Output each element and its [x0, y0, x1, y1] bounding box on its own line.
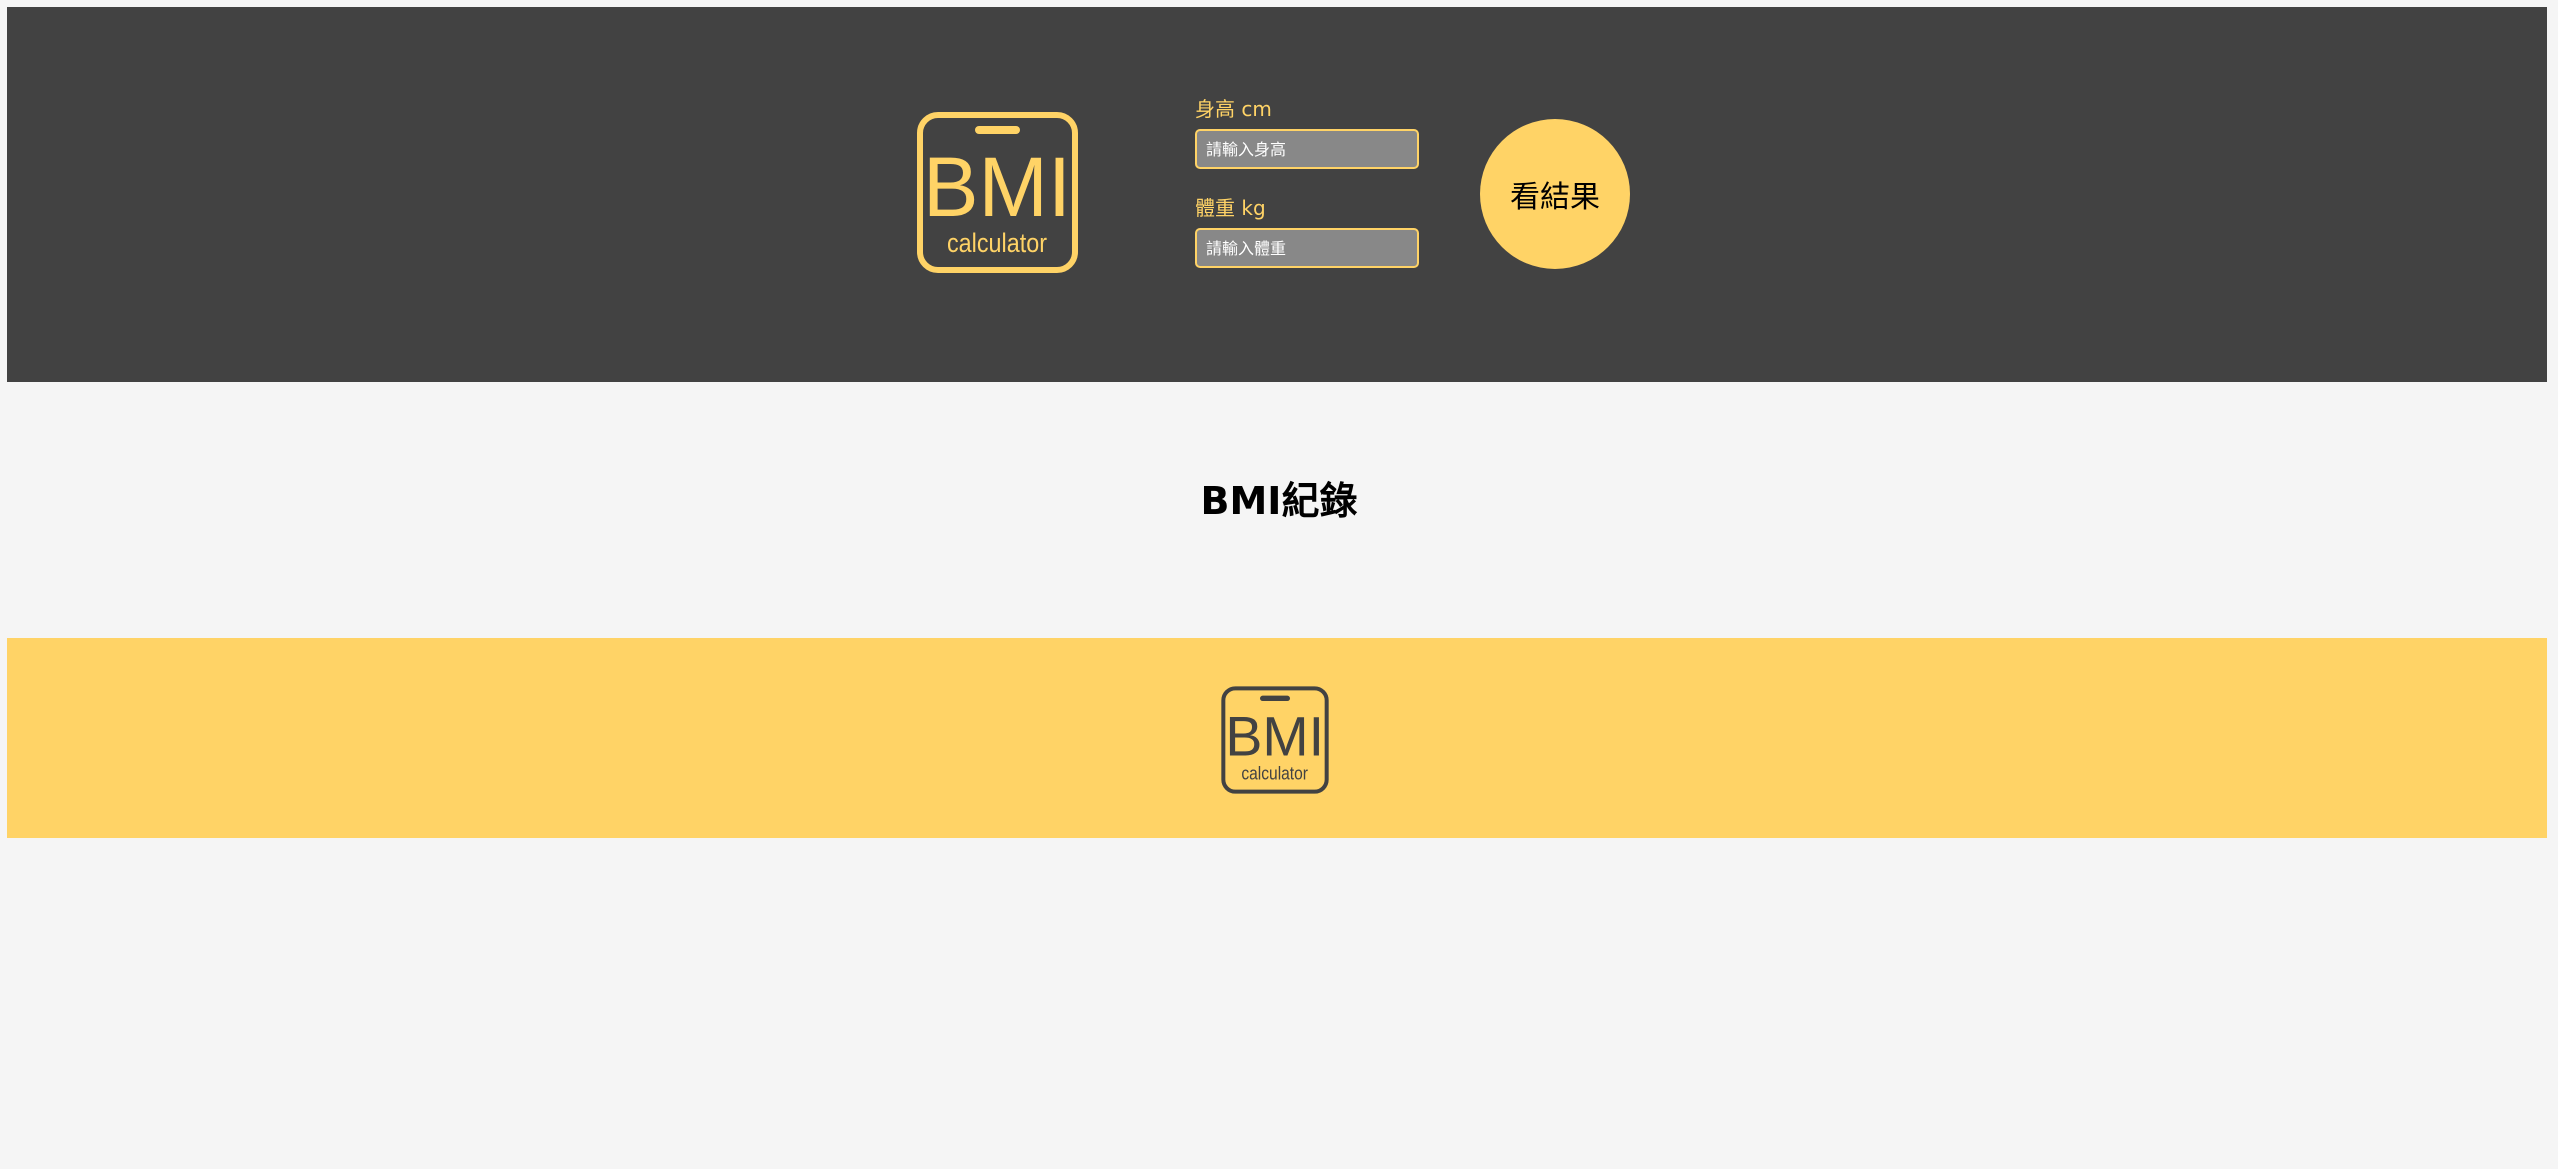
- weight-label: 體重 kg: [1195, 196, 1266, 220]
- footer-logo-calculator-text: calculator: [1241, 764, 1308, 784]
- records-title: BMI紀錄: [1200, 479, 1358, 523]
- bmi-logo: BMI calculator: [917, 112, 1078, 273]
- header-bar: [7, 7, 2547, 382]
- footer-bmi-logo: BMI calculator: [1221, 686, 1329, 794]
- weight-input[interactable]: [1195, 228, 1419, 268]
- footer-logo-bmi-text: BMI: [1225, 705, 1324, 768]
- logo-calculator-text: calculator: [947, 228, 1047, 258]
- height-input[interactable]: [1195, 129, 1419, 169]
- logo-bmi-text: BMI: [923, 140, 1071, 234]
- height-label: 身高 cm: [1195, 97, 1272, 121]
- see-result-button[interactable]: 看結果: [1480, 119, 1630, 269]
